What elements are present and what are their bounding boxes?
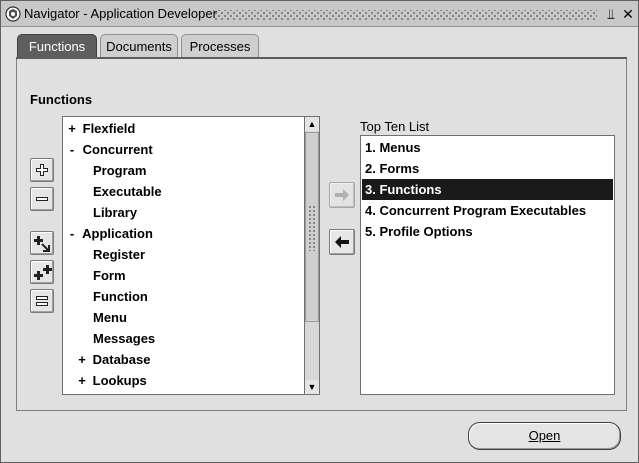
tree-item-label: Menu xyxy=(93,310,127,325)
title-bar[interactable]: Navigator - Application Developer ⫫ ✕ xyxy=(1,1,638,27)
tree-item-register[interactable]: Register xyxy=(93,244,145,265)
tree-item-label: Form xyxy=(93,268,126,283)
title-bar-pattern xyxy=(213,10,597,20)
arrow-left-icon xyxy=(335,236,349,248)
section-label: Functions xyxy=(30,92,93,107)
list-item[interactable]: 2. Forms xyxy=(362,158,613,179)
collapse-toggle[interactable]: - xyxy=(65,139,79,160)
tree-item-label: Application xyxy=(82,226,153,241)
list-item[interactable]: 4. Concurrent Program Executables xyxy=(362,200,613,221)
collapse-all-icon xyxy=(36,296,48,306)
tree-item-label: Messages xyxy=(93,331,156,346)
tree-item-function[interactable]: Function xyxy=(93,286,148,307)
list-item[interactable]: 5. Profile Options xyxy=(362,221,613,242)
tab-documents[interactable]: Documents xyxy=(100,34,178,58)
list-item[interactable]: 1. Menus xyxy=(362,137,613,158)
tree-item-label: Flexfield xyxy=(82,121,136,136)
collapse-all-button[interactable] xyxy=(30,289,54,313)
close-icon[interactable]: ✕ xyxy=(620,5,636,23)
expand-toggle[interactable]: + xyxy=(75,349,89,370)
open-button-label: Open xyxy=(528,428,561,443)
window-title: Navigator - Application Developer xyxy=(24,6,217,21)
top-ten-list[interactable]: 1. Menus 2. Forms 3. Functions 4. Concur… xyxy=(360,135,615,395)
tree-item-label: Concurrent xyxy=(82,142,153,157)
tree-scrollbar[interactable]: ▲ ▼ xyxy=(304,116,320,395)
tree-item-program[interactable]: Program xyxy=(93,160,146,181)
collapse-toggle[interactable]: - xyxy=(65,223,79,244)
tree-item-label: Register xyxy=(93,247,146,262)
scroll-up-icon[interactable]: ▲ xyxy=(305,117,319,131)
tree-item-library[interactable]: Library xyxy=(93,202,137,223)
scroll-thumb[interactable] xyxy=(305,132,319,322)
oracle-app-icon xyxy=(5,6,21,22)
top-ten-label: Top Ten List xyxy=(360,119,430,134)
add-to-list-button[interactable] xyxy=(329,182,355,208)
tree-item-flexfield[interactable]: + Flexfield xyxy=(65,118,135,139)
tab-processes[interactable]: Processes xyxy=(181,34,259,58)
expand-branch-button[interactable] xyxy=(30,231,54,255)
open-button[interactable]: Open xyxy=(468,422,621,450)
tree-item-label: Lookups xyxy=(92,373,147,388)
scroll-down-icon[interactable]: ▼ xyxy=(305,380,319,394)
tree-item-application[interactable]: - Application xyxy=(65,223,153,244)
expand-all-button[interactable] xyxy=(30,260,54,284)
expand-toggle[interactable]: + xyxy=(75,370,89,391)
tree-item-menu[interactable]: Menu xyxy=(93,307,127,328)
expand-toggle[interactable]: + xyxy=(65,118,79,139)
tree-item-database[interactable]: + Database xyxy=(75,349,150,370)
tree-item-lookups[interactable]: + Lookups xyxy=(75,370,147,391)
scroll-grip xyxy=(308,205,317,251)
navigator-window: Navigator - Application Developer ⫫ ✕ Fu… xyxy=(0,0,639,463)
minimize-icon[interactable]: ⫫ xyxy=(603,5,619,23)
tree-item-form[interactable]: Form xyxy=(93,265,126,286)
tree-item-label: Function xyxy=(93,289,148,304)
collapse-button[interactable] xyxy=(30,187,54,211)
expand-button[interactable] xyxy=(30,158,54,182)
list-item-selected[interactable]: 3. Functions xyxy=(362,179,613,200)
remove-from-list-button[interactable] xyxy=(329,229,355,255)
tree-item-label: Program xyxy=(93,163,147,178)
expand-all-icon xyxy=(34,265,52,280)
tab-functions[interactable]: Functions xyxy=(17,34,97,59)
collapse-icon xyxy=(36,197,48,201)
tree-item-label: Executable xyxy=(93,184,162,199)
tree-item-concurrent[interactable]: - Concurrent xyxy=(65,139,153,160)
tree-item-executable[interactable]: Executable xyxy=(93,181,162,202)
functions-tree[interactable]: + Flexfield - Concurrent Program Executa… xyxy=(62,116,320,395)
tree-item-label: Library xyxy=(93,205,138,220)
arrow-right-icon xyxy=(335,189,349,201)
tree-item-label: Database xyxy=(92,352,151,367)
expand-icon xyxy=(36,164,48,176)
tree-item-messages[interactable]: Messages xyxy=(93,328,155,349)
expand-branch-icon xyxy=(34,236,50,252)
